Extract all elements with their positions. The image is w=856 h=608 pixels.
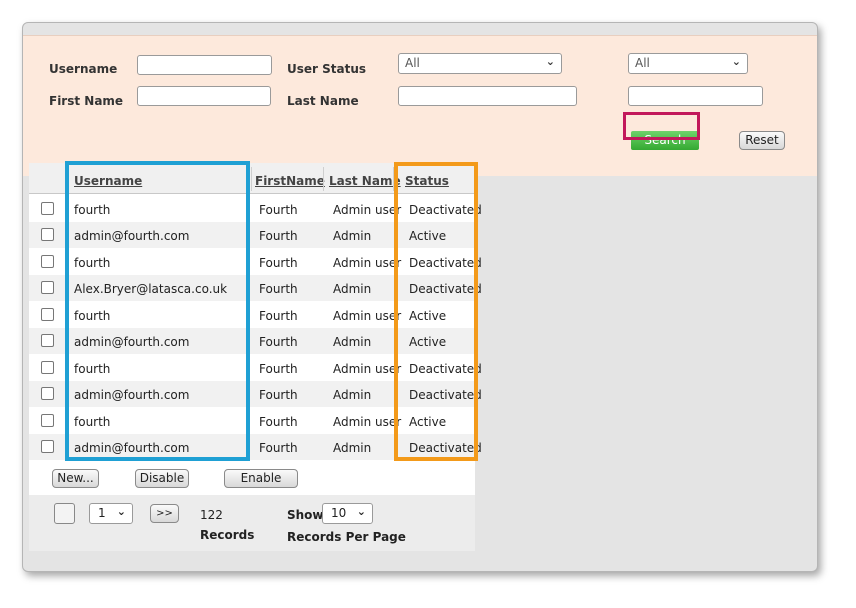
search-filter-panel: Username First Name User Status All ⌄ La… xyxy=(23,35,817,176)
reset-button[interactable]: Reset xyxy=(739,131,785,150)
page-value: 1 xyxy=(98,506,106,520)
column-header-firstname[interactable]: FirstName xyxy=(255,174,325,188)
cell-lastname: Admin xyxy=(333,229,372,243)
cell-lastname: Admin user xyxy=(333,415,402,429)
next-page-button[interactable]: >> xyxy=(150,504,179,523)
user-status-select[interactable]: All ⌄ xyxy=(398,53,562,74)
username-field[interactable] xyxy=(137,55,272,75)
page-select[interactable]: 1 ⌄ xyxy=(89,503,133,524)
row-checkbox[interactable] xyxy=(41,202,54,215)
row-checkbox[interactable] xyxy=(41,440,54,453)
username-label: Username xyxy=(49,62,118,76)
cell-lastname: Admin user xyxy=(333,203,402,217)
select-all-checkbox[interactable] xyxy=(54,503,75,524)
chevron-down-icon: ⌄ xyxy=(731,55,741,68)
last-name-label: Last Name xyxy=(287,94,359,108)
cell-firstname: Fourth xyxy=(259,203,298,217)
row-checkbox[interactable] xyxy=(41,361,54,374)
cell-lastname: Admin user xyxy=(333,309,402,323)
enable-button[interactable]: Enable xyxy=(224,469,298,488)
records-label: Records xyxy=(200,528,255,542)
status-column-highlight xyxy=(394,162,478,461)
new-button[interactable]: New... xyxy=(52,469,99,488)
chevron-down-icon: ⌄ xyxy=(116,505,126,518)
cell-lastname: Admin xyxy=(333,282,372,296)
row-checkbox[interactable] xyxy=(41,281,54,294)
username-column-highlight xyxy=(65,161,250,461)
cell-lastname: Admin user xyxy=(333,256,402,270)
pagination-bar: 1 ⌄ >> 122 Records Show 10 ⌄ Records Per… xyxy=(29,495,475,551)
user-status-label: User Status xyxy=(287,62,367,76)
first-name-field[interactable] xyxy=(137,86,271,106)
secondary-status-value: All xyxy=(635,56,650,70)
last-name-field[interactable] xyxy=(398,86,577,106)
show-label: Show xyxy=(287,508,324,522)
column-separator xyxy=(251,167,252,191)
per-page-value: 10 xyxy=(331,506,347,520)
row-checkbox[interactable] xyxy=(41,255,54,268)
cell-firstname: Fourth xyxy=(259,415,298,429)
chevron-down-icon: ⌄ xyxy=(356,505,366,518)
cell-lastname: Admin user xyxy=(333,362,402,376)
cell-firstname: Fourth xyxy=(259,229,298,243)
cell-lastname: Admin xyxy=(333,441,372,455)
cell-firstname: Fourth xyxy=(259,362,298,376)
disable-button[interactable]: Disable xyxy=(135,469,189,488)
search-highlight-box xyxy=(623,112,700,140)
row-checkbox[interactable] xyxy=(41,228,54,241)
records-count: 122 xyxy=(200,508,223,522)
cell-firstname: Fourth xyxy=(259,388,298,402)
row-checkbox[interactable] xyxy=(41,308,54,321)
per-page-select[interactable]: 10 ⌄ xyxy=(322,503,373,524)
cell-firstname: Fourth xyxy=(259,335,298,349)
user-status-value: All xyxy=(405,56,420,70)
cell-firstname: Fourth xyxy=(259,441,298,455)
cell-firstname: Fourth xyxy=(259,282,298,296)
cell-lastname: Admin xyxy=(333,335,372,349)
records-per-page-label: Records Per Page xyxy=(287,530,406,544)
row-checkbox[interactable] xyxy=(41,334,54,347)
column-separator xyxy=(323,167,324,191)
chevron-down-icon: ⌄ xyxy=(545,55,555,68)
cell-lastname: Admin xyxy=(333,388,372,402)
cell-firstname: Fourth xyxy=(259,309,298,323)
extra-filter-field[interactable] xyxy=(628,86,763,106)
column-header-lastname[interactable]: Last Name xyxy=(329,174,401,188)
secondary-status-select[interactable]: All ⌄ xyxy=(628,53,748,74)
first-name-label: First Name xyxy=(49,94,124,108)
row-checkbox[interactable] xyxy=(41,414,54,427)
row-checkbox[interactable] xyxy=(41,387,54,400)
cell-firstname: Fourth xyxy=(259,256,298,270)
